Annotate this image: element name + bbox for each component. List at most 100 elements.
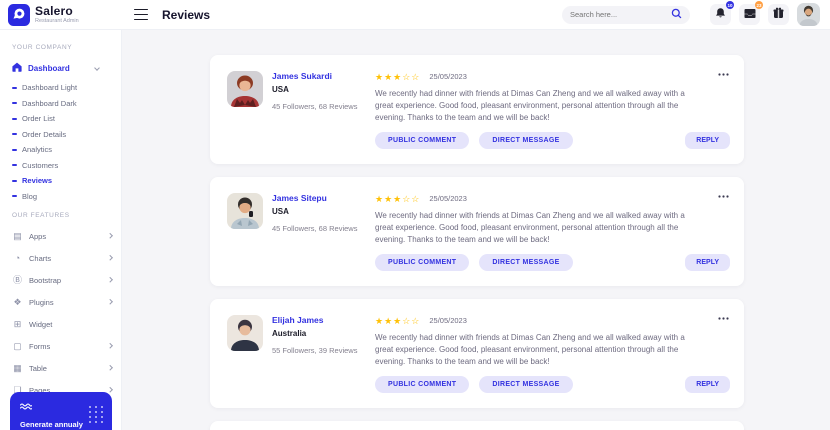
chevron-right-icon xyxy=(107,234,112,239)
direct-message-button[interactable]: DIRECT MESSAGE xyxy=(479,132,572,149)
reviewer-block: James Sukardi USA 45 Followers, 68 Revie… xyxy=(227,71,375,149)
review-card: Elijah James Australia 55 Followers, 39 … xyxy=(210,299,744,408)
search-box[interactable] xyxy=(562,6,690,24)
sidebar-item-label: Dashboard xyxy=(28,64,70,73)
reviewer-name-link[interactable]: James Sukardi xyxy=(272,71,357,81)
dash-bullet-icon xyxy=(12,149,17,151)
reviewer-name-link[interactable]: Elijah James xyxy=(272,315,357,325)
chevron-right-icon xyxy=(107,300,112,305)
reviews-list: James Sukardi USA 45 Followers, 68 Revie… xyxy=(122,30,830,430)
star-rating: ★★★☆☆ xyxy=(375,72,420,82)
sidebar-section-features: OUR FEATURES xyxy=(12,212,121,220)
review-card: James Sitepu USA 45 Followers, 68 Review… xyxy=(210,177,744,286)
dash-bullet-icon xyxy=(12,133,17,135)
sidebar-item-analytics[interactable]: Analytics xyxy=(12,142,121,158)
plugins-icon: ❖ xyxy=(12,297,23,307)
gift-icon xyxy=(773,7,784,22)
reviewer-info: James Sukardi USA 45 Followers, 68 Revie… xyxy=(272,71,357,149)
reviewer-country: Australia xyxy=(272,329,357,338)
dash-bullet-icon xyxy=(12,87,17,89)
dash-bullet-icon xyxy=(12,195,17,197)
more-options-icon[interactable] xyxy=(715,305,732,326)
sidebar-item-forms[interactable]: ▢Forms xyxy=(12,335,121,357)
brand-subtitle: Restaurant Admin xyxy=(35,18,79,24)
reviewer-avatar xyxy=(227,315,263,351)
forms-icon: ▢ xyxy=(12,341,23,351)
menu-toggle-button[interactable] xyxy=(134,9,148,21)
sidebar-item-dashboard[interactable]: Dashboard xyxy=(12,60,121,76)
widget-icon: ⊞ xyxy=(12,319,23,329)
star-rating: ★★★☆☆ xyxy=(375,316,420,326)
star-rating: ★★★☆☆ xyxy=(375,194,420,204)
dash-bullet-icon xyxy=(12,180,17,182)
sidebar-item-dashboard-light[interactable]: Dashboard Light xyxy=(12,80,121,96)
user-avatar[interactable] xyxy=(797,3,820,26)
home-icon xyxy=(12,62,22,74)
salero-logo-icon xyxy=(8,4,30,26)
direct-message-button[interactable]: DIRECT MESSAGE xyxy=(479,376,572,393)
sidebar-item-order-list[interactable]: Order List xyxy=(12,111,121,127)
search-input[interactable] xyxy=(570,10,671,19)
reviewer-stats: 45 Followers, 68 Reviews xyxy=(272,102,357,111)
reviewer-country: USA xyxy=(272,207,357,216)
reviewer-avatar xyxy=(227,193,263,229)
sidebar-item-customers[interactable]: Customers xyxy=(12,158,121,174)
gifts-button[interactable] xyxy=(768,4,789,25)
promo-banner[interactable]: Generate annualy report by Salero xyxy=(10,392,112,430)
reply-button[interactable]: REPLY xyxy=(685,376,730,393)
reviewer-info: James Sitepu USA 45 Followers, 68 Review… xyxy=(272,193,357,271)
charts-icon: ◔ xyxy=(12,253,23,263)
reply-button[interactable]: REPLY xyxy=(685,254,730,271)
dash-bullet-icon xyxy=(12,164,17,166)
top-bar: Salero Restaurant Admin Reviews 10 23 xyxy=(0,0,830,30)
review-content: ★★★☆☆ 25/05/2023 We recently had dinner … xyxy=(375,193,728,271)
reviewer-stats: 45 Followers, 68 Reviews xyxy=(272,224,357,233)
chevron-right-icon xyxy=(107,388,112,393)
reviewer-block: James Sitepu USA 45 Followers, 68 Review… xyxy=(227,193,375,271)
reviewer-country: USA xyxy=(272,85,357,94)
notifications-button[interactable]: 10 xyxy=(710,4,731,25)
search-icon[interactable] xyxy=(671,6,682,24)
notifications-badge: 10 xyxy=(726,1,734,9)
sidebar-item-blog[interactable]: Blog xyxy=(12,189,121,205)
sidebar-item-plugins[interactable]: ❖Plugins xyxy=(12,291,121,313)
reviewer-name-link[interactable]: James Sitepu xyxy=(272,193,357,203)
sidebar-item-apps[interactable]: ▤Apps xyxy=(12,225,121,247)
chevron-down-icon xyxy=(94,65,100,71)
app-window: Salero Restaurant Admin Reviews 10 23 xyxy=(0,0,830,430)
more-options-icon[interactable] xyxy=(715,183,732,204)
chevron-right-icon xyxy=(107,366,112,371)
brand[interactable]: Salero Restaurant Admin xyxy=(0,4,122,26)
dots-pattern xyxy=(87,404,105,424)
sidebar-section-company: YOUR COMPANY xyxy=(12,44,121,52)
review-text: We recently had dinner with friends at D… xyxy=(375,210,695,246)
more-options-icon[interactable] xyxy=(715,61,732,82)
sidebar-item-order-details[interactable]: Order Details xyxy=(12,127,121,143)
apps-icon: ▤ xyxy=(12,231,23,241)
sidebar-item-table[interactable]: ▦Table xyxy=(12,357,121,379)
review-content: ★★★☆☆ 25/05/2023 We recently had dinner … xyxy=(375,71,728,149)
features-nav: ▤Apps ◔Charts ⒷBootstrap ❖Plugins ⊞Widge… xyxy=(12,225,121,401)
public-comment-button[interactable]: PUBLIC COMMENT xyxy=(375,254,469,271)
chevron-right-icon xyxy=(107,256,112,261)
public-comment-button[interactable]: PUBLIC COMMENT xyxy=(375,132,469,149)
chevron-right-icon xyxy=(107,278,112,283)
direct-message-button[interactable]: DIRECT MESSAGE xyxy=(479,254,572,271)
review-text: We recently had dinner with friends at D… xyxy=(375,88,695,124)
table-icon: ▦ xyxy=(12,363,23,373)
sidebar-item-bootstrap[interactable]: ⒷBootstrap xyxy=(12,269,121,291)
sidebar-item-dashboard-dark[interactable]: Dashboard Dark xyxy=(12,96,121,112)
review-text: We recently had dinner with friends at D… xyxy=(375,332,695,368)
page-title: Reviews xyxy=(162,8,210,22)
reply-button[interactable]: REPLY xyxy=(685,132,730,149)
review-date: 25/05/2023 xyxy=(429,194,467,203)
chevron-right-icon xyxy=(107,344,112,349)
sidebar-item-reviews[interactable]: Reviews xyxy=(12,173,121,189)
reviewer-info: Elijah James Australia 55 Followers, 39 … xyxy=(272,315,357,393)
messages-button[interactable]: 23 xyxy=(739,4,760,25)
sidebar-item-charts[interactable]: ◔Charts xyxy=(12,247,121,269)
public-comment-button[interactable]: PUBLIC COMMENT xyxy=(375,376,469,393)
dashboard-subnav: Dashboard Light Dashboard Dark Order Lis… xyxy=(12,80,121,204)
sidebar-item-widget[interactable]: ⊞Widget xyxy=(12,313,121,335)
review-content: ★★★☆☆ 25/05/2023 We recently had dinner … xyxy=(375,315,728,393)
